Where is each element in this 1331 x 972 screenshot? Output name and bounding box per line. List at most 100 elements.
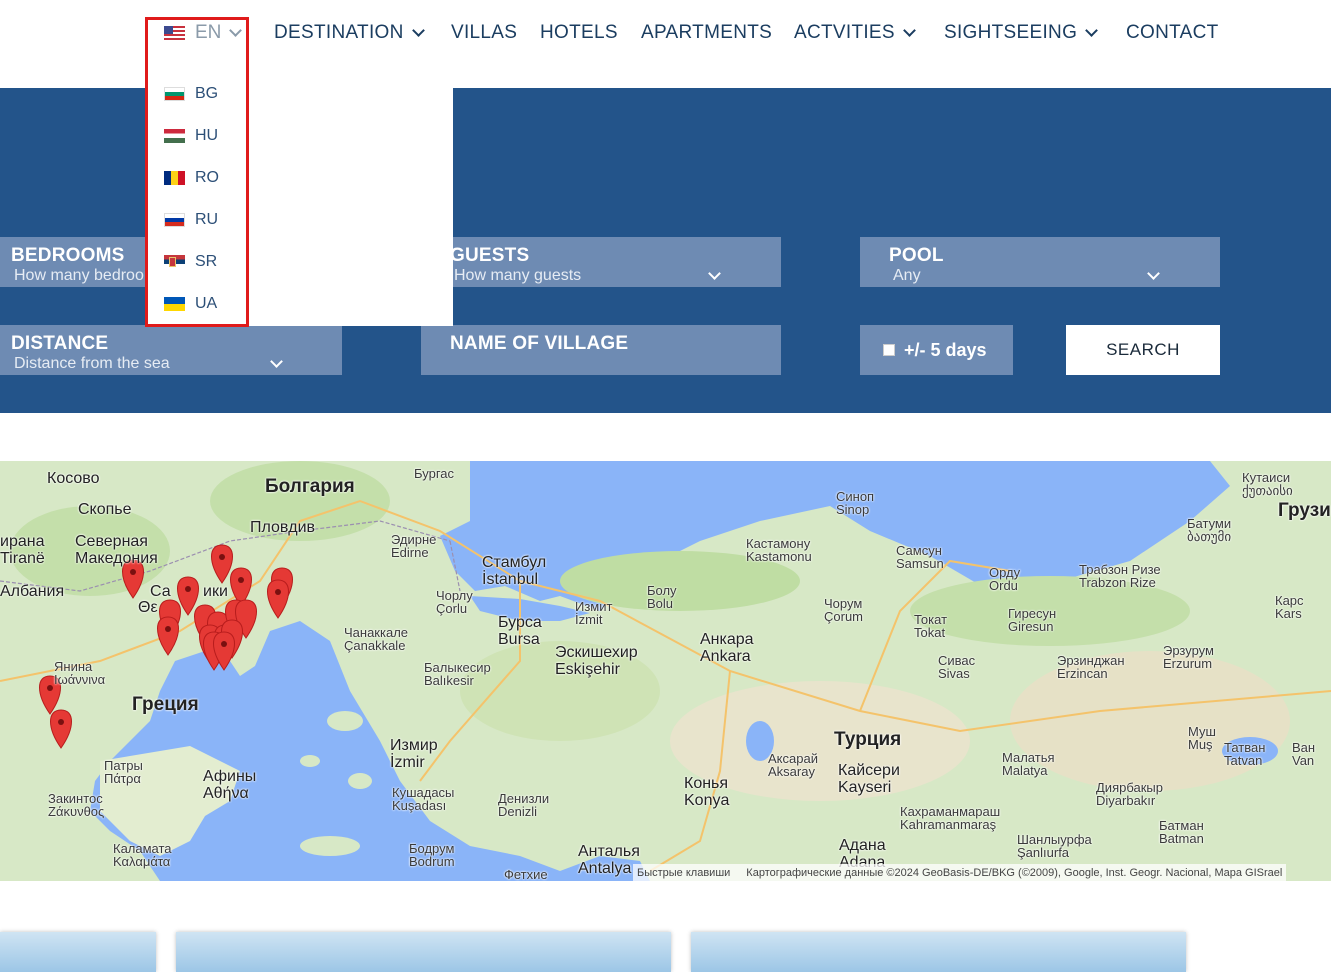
distance-select[interactable]: DISTANCE Distance from the sea [0,325,342,375]
map-label: Чанаккале Çanakkale [344,625,409,653]
map-label: Шанлыурфа Şanlıurfa [1017,832,1092,860]
map-label: Денизли Denizli [498,791,550,819]
map[interactable]: Косово Болгария Бургас Скопье Пловдив Эд… [0,461,1331,881]
distance-label: DISTANCE [11,333,109,354]
chevron-down-icon [270,355,283,368]
map-label: Бургас [414,466,455,481]
flex-days-checkbox[interactable]: +/- 5 days [860,325,1013,375]
nav-sightseeing[interactable]: SIGHTSEEING [944,22,1099,44]
listing-card[interactable] [0,932,156,972]
map-label: Конья Konya [684,775,730,809]
map-label: Болу Bolu [647,583,677,611]
map-label: Кайсери Kayseri [838,762,900,796]
checkbox-icon[interactable] [883,344,895,356]
listing-card[interactable] [691,932,1186,972]
map-label: Орду Ordu [989,565,1021,593]
chevron-down-icon [1147,267,1160,280]
language-option-ru[interactable]: RU [164,211,218,229]
language-option-hu[interactable]: HU [164,127,218,145]
language-option-sr[interactable]: SR [164,253,217,271]
map-label: Татван Tatvan [1224,740,1266,768]
bedrooms-placeholder: How many bedrooms [14,267,166,284]
map-label: Янина Ιωάννινα [54,659,106,687]
us-flag-icon [164,26,185,40]
language-option-ua[interactable]: UA [164,295,217,313]
map-label: Кушадасы Kuşadası [392,785,455,813]
map-label: Батуми ბათუმი [1187,516,1232,544]
ro-flag-icon [164,171,185,185]
language-option-bg[interactable]: BG [164,85,218,103]
nav-apartments[interactable]: APARTMENTS [641,22,772,44]
pool-select[interactable]: POOL Any [860,237,1220,287]
map-label: Синоп Sinop [836,489,875,517]
map-label: Анталья Antalya [578,843,640,877]
guests-select[interactable]: GUESTS How many guests [421,237,781,287]
pool-label: POOL [889,245,944,266]
chevron-down-icon [411,24,425,37]
map-label: Албания [0,583,65,600]
map-label: Эскишехир Eskişehir [555,644,638,678]
hu-flag-icon [164,129,185,143]
map-label: Трабзон Ризе Trabzon Rize [1079,562,1161,590]
language-code: HU [195,127,219,144]
map-label: Измир İzmir [390,737,438,771]
map-label: Греция [132,694,199,715]
nav-hotels-label: HOTELS [540,22,618,43]
village-label: NAME OF VILLAGE [450,333,629,354]
map-label: Чорум Çorum [824,596,864,624]
language-option-ro[interactable]: RO [164,169,219,187]
map-label: Скопье [78,501,132,518]
map-label: Бурса Bursa [498,614,542,648]
map-label: Измит İzmit [575,599,613,627]
distance-placeholder: Distance from the sea [14,355,170,372]
map-label: Закинтос Ζάκυνθος [48,791,105,819]
nav-destination[interactable]: DESTINATION [274,22,425,44]
map-label: Чорлу Çorlu [436,588,473,616]
nav-sightseeing-label: SIGHTSEEING [944,22,1078,43]
nav-contact[interactable]: CONTACT [1126,22,1219,44]
map-label: Самсун Samsun [896,543,944,571]
nav-villas[interactable]: VILLAS [451,22,517,44]
map-label: Кутаиси ქუთაისი [1242,470,1293,498]
map-label: Ван Van [1292,740,1316,768]
map-attribution: Быстрые клавиши Картографические данные … [633,864,1287,881]
language-code: RU [195,211,219,228]
map-label: Батман Batman [1159,818,1204,846]
search-button[interactable]: SEARCH [1066,325,1220,375]
map-label: Афины Αθήνα [203,768,257,802]
map-label: Бодрум Bodrum [409,841,455,869]
nav-hotels[interactable]: HOTELS [540,22,618,44]
chevron-down-icon [903,24,916,37]
nav-activities[interactable]: ACTVITIES [794,22,916,44]
map-label: Турция [834,729,902,750]
guests-placeholder: How many guests [454,267,582,284]
nav-contact-label: CONTACT [1126,22,1219,43]
map-shortcuts-link[interactable]: Быстрые клавиши [637,867,730,879]
language-selector[interactable]: EN [164,22,243,44]
map-label: Патры Πάτρα [104,758,143,786]
map-label: Θε [138,599,158,616]
bg-flag-icon [164,87,185,101]
map-label: Аксарай Aksaray [768,751,818,779]
map-label: Балыкесир Balıkesir [424,660,491,688]
map-label: Эрзинджан Erzincan [1057,653,1125,681]
map-terrain [0,461,1331,881]
map-label: Карс Kars [1275,593,1304,621]
map-label: Муш Muş [1188,724,1216,752]
nav-destination-label: DESTINATION [274,22,404,43]
map-label: Болгария [265,476,355,497]
language-dropdown: BG HU RO RU SR UA [145,85,453,326]
bedrooms-label: BEDROOMS [11,245,125,266]
map-label: Косово [47,470,100,487]
map-label: ирана Tiranë [0,533,45,567]
search-button-label: SEARCH [1106,340,1180,359]
sr-flag-icon [164,255,185,269]
map-label: Токат Tokat [914,612,948,640]
nav-activities-label: ACTVITIES [794,22,895,43]
language-code: UA [195,295,218,312]
village-name-input[interactable]: NAME OF VILLAGE [421,325,781,375]
map-label: Каламата Καλαμάτα [113,841,172,869]
listing-card[interactable] [176,932,671,972]
map-data-credit: Картографические данные ©2024 GeoBasis-D… [746,866,1283,879]
language-code: RO [195,169,219,186]
